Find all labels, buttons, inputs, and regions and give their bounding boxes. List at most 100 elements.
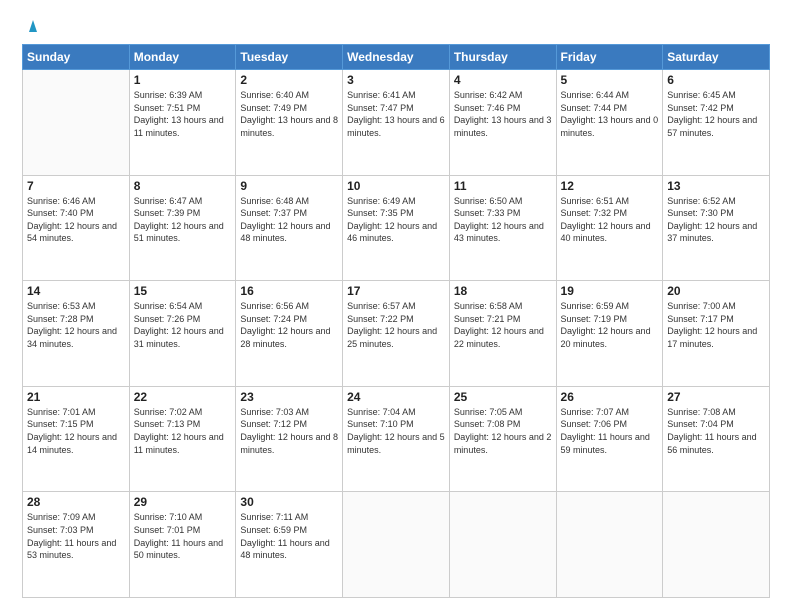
- table-row: 19 Sunrise: 6:59 AMSunset: 7:19 PMDayligh…: [556, 281, 663, 387]
- table-row: 10 Sunrise: 6:49 AMSunset: 7:35 PMDayligh…: [343, 175, 450, 281]
- table-row: [343, 492, 450, 598]
- day-info: Sunrise: 6:51 AMSunset: 7:32 PMDaylight:…: [561, 195, 659, 245]
- calendar-table: Sunday Monday Tuesday Wednesday Thursday…: [22, 44, 770, 598]
- col-saturday: Saturday: [663, 45, 770, 70]
- day-info: Sunrise: 7:07 AMSunset: 7:06 PMDaylight:…: [561, 406, 659, 456]
- calendar-week-row: 14Sunrise: 6:53 AMSunset: 7:28 PMDayligh…: [23, 281, 770, 387]
- table-row: 20 Sunrise: 7:00 AMSunset: 7:17 PMDayligh…: [663, 281, 770, 387]
- table-row: 28 Sunrise: 7:09 AMSunset: 7:03 PMDayligh…: [23, 492, 130, 598]
- day-number: 15: [134, 284, 232, 298]
- calendar-week-row: 28 Sunrise: 7:09 AMSunset: 7:03 PMDayligh…: [23, 492, 770, 598]
- table-row: 21 Sunrise: 7:01 AMSunset: 7:15 PMDayligh…: [23, 386, 130, 492]
- day-number: 30: [240, 495, 338, 509]
- day-number: 14: [27, 284, 125, 298]
- day-number: 19: [561, 284, 659, 298]
- logo: [22, 18, 42, 34]
- day-number: 23: [240, 390, 338, 404]
- day-number: 29: [134, 495, 232, 509]
- day-info: Sunrise: 7:03 AMSunset: 7:12 PMDaylight:…: [240, 406, 338, 456]
- day-number: 2: [240, 73, 338, 87]
- table-row: 30 Sunrise: 7:11 AMSunset: 6:59 PMDayligh…: [236, 492, 343, 598]
- day-info: Sunrise: 6:59 AMSunset: 7:19 PMDaylight:…: [561, 300, 659, 350]
- table-row: 6 Sunrise: 6:45 AMSunset: 7:42 PMDaylight…: [663, 70, 770, 176]
- day-info: Sunrise: 7:05 AMSunset: 7:08 PMDaylight:…: [454, 406, 552, 456]
- day-number: 18: [454, 284, 552, 298]
- day-number: 4: [454, 73, 552, 87]
- calendar-header-row: Sunday Monday Tuesday Wednesday Thursday…: [23, 45, 770, 70]
- day-number: 13: [667, 179, 765, 193]
- table-row: 27 Sunrise: 7:08 AMSunset: 7:04 PMDayligh…: [663, 386, 770, 492]
- day-info: Sunrise: 6:47 AMSunset: 7:39 PMDaylight:…: [134, 195, 232, 245]
- logo-triangle-icon: [24, 16, 42, 34]
- calendar-week-row: 1Sunrise: 6:39 AMSunset: 7:51 PMDaylight…: [23, 70, 770, 176]
- day-number: 16: [240, 284, 338, 298]
- day-info: Sunrise: 7:08 AMSunset: 7:04 PMDaylight:…: [667, 406, 765, 456]
- day-info: Sunrise: 7:10 AMSunset: 7:01 PMDaylight:…: [134, 511, 232, 561]
- day-info: Sunrise: 6:56 AMSunset: 7:24 PMDaylight:…: [240, 300, 338, 350]
- day-number: 6: [667, 73, 765, 87]
- calendar-week-row: 21 Sunrise: 7:01 AMSunset: 7:15 PMDayligh…: [23, 386, 770, 492]
- day-number: 28: [27, 495, 125, 509]
- table-row: 25 Sunrise: 7:05 AMSunset: 7:08 PMDayligh…: [449, 386, 556, 492]
- table-row: 18 Sunrise: 6:58 AMSunset: 7:21 PMDayligh…: [449, 281, 556, 387]
- day-info: Sunrise: 6:39 AMSunset: 7:51 PMDaylight:…: [134, 89, 232, 139]
- day-number: 27: [667, 390, 765, 404]
- table-row: 29 Sunrise: 7:10 AMSunset: 7:01 PMDayligh…: [129, 492, 236, 598]
- day-info: Sunrise: 7:01 AMSunset: 7:15 PMDaylight:…: [27, 406, 125, 456]
- table-row: 16 Sunrise: 6:56 AMSunset: 7:24 PMDayligh…: [236, 281, 343, 387]
- day-number: 22: [134, 390, 232, 404]
- day-number: 10: [347, 179, 445, 193]
- day-info: Sunrise: 6:44 AMSunset: 7:44 PMDaylight:…: [561, 89, 659, 139]
- day-info: Sunrise: 6:42 AMSunset: 7:46 PMDaylight:…: [454, 89, 552, 139]
- day-info: Sunrise: 6:46 AMSunset: 7:40 PMDaylight:…: [27, 195, 125, 245]
- day-info: Sunrise: 7:04 AMSunset: 7:10 PMDaylight:…: [347, 406, 445, 456]
- day-number: 5: [561, 73, 659, 87]
- table-row: 15 Sunrise: 6:54 AMSunset: 7:26 PMDayligh…: [129, 281, 236, 387]
- table-row: 3 Sunrise: 6:41 AMSunset: 7:47 PMDaylight…: [343, 70, 450, 176]
- table-row: 4 Sunrise: 6:42 AMSunset: 7:46 PMDaylight…: [449, 70, 556, 176]
- day-info: Sunrise: 6:54 AMSunset: 7:26 PMDaylight:…: [134, 300, 232, 350]
- table-row: 9 Sunrise: 6:48 AMSunset: 7:37 PMDaylight…: [236, 175, 343, 281]
- table-row: 7 Sunrise: 6:46 AMSunset: 7:40 PMDaylight…: [23, 175, 130, 281]
- day-number: 21: [27, 390, 125, 404]
- table-row: 22 Sunrise: 7:02 AMSunset: 7:13 PMDayligh…: [129, 386, 236, 492]
- calendar-week-row: 7 Sunrise: 6:46 AMSunset: 7:40 PMDaylight…: [23, 175, 770, 281]
- table-row: 14Sunrise: 6:53 AMSunset: 7:28 PMDayligh…: [23, 281, 130, 387]
- table-row: 5 Sunrise: 6:44 AMSunset: 7:44 PMDaylight…: [556, 70, 663, 176]
- day-info: Sunrise: 6:41 AMSunset: 7:47 PMDaylight:…: [347, 89, 445, 139]
- table-row: 11 Sunrise: 6:50 AMSunset: 7:33 PMDayligh…: [449, 175, 556, 281]
- table-row: [23, 70, 130, 176]
- day-info: Sunrise: 7:09 AMSunset: 7:03 PMDaylight:…: [27, 511, 125, 561]
- day-info: Sunrise: 6:49 AMSunset: 7:35 PMDaylight:…: [347, 195, 445, 245]
- day-number: 26: [561, 390, 659, 404]
- table-row: 26 Sunrise: 7:07 AMSunset: 7:06 PMDayligh…: [556, 386, 663, 492]
- table-row: 17Sunrise: 6:57 AMSunset: 7:22 PMDayligh…: [343, 281, 450, 387]
- table-row: 2 Sunrise: 6:40 AMSunset: 7:49 PMDaylight…: [236, 70, 343, 176]
- table-row: 13Sunrise: 6:52 AMSunset: 7:30 PMDayligh…: [663, 175, 770, 281]
- day-number: 7: [27, 179, 125, 193]
- day-info: Sunrise: 6:50 AMSunset: 7:33 PMDaylight:…: [454, 195, 552, 245]
- day-info: Sunrise: 7:00 AMSunset: 7:17 PMDaylight:…: [667, 300, 765, 350]
- day-number: 3: [347, 73, 445, 87]
- day-number: 8: [134, 179, 232, 193]
- day-number: 11: [454, 179, 552, 193]
- day-info: Sunrise: 6:48 AMSunset: 7:37 PMDaylight:…: [240, 195, 338, 245]
- day-info: Sunrise: 6:40 AMSunset: 7:49 PMDaylight:…: [240, 89, 338, 139]
- day-number: 9: [240, 179, 338, 193]
- day-number: 25: [454, 390, 552, 404]
- table-row: [449, 492, 556, 598]
- day-info: Sunrise: 6:45 AMSunset: 7:42 PMDaylight:…: [667, 89, 765, 139]
- col-wednesday: Wednesday: [343, 45, 450, 70]
- col-thursday: Thursday: [449, 45, 556, 70]
- day-info: Sunrise: 6:58 AMSunset: 7:21 PMDaylight:…: [454, 300, 552, 350]
- day-info: Sunrise: 7:02 AMSunset: 7:13 PMDaylight:…: [134, 406, 232, 456]
- table-row: [663, 492, 770, 598]
- col-sunday: Sunday: [23, 45, 130, 70]
- table-row: [556, 492, 663, 598]
- col-monday: Monday: [129, 45, 236, 70]
- page: Sunday Monday Tuesday Wednesday Thursday…: [0, 0, 792, 612]
- day-number: 20: [667, 284, 765, 298]
- col-tuesday: Tuesday: [236, 45, 343, 70]
- day-number: 24: [347, 390, 445, 404]
- day-info: Sunrise: 7:11 AMSunset: 6:59 PMDaylight:…: [240, 511, 338, 561]
